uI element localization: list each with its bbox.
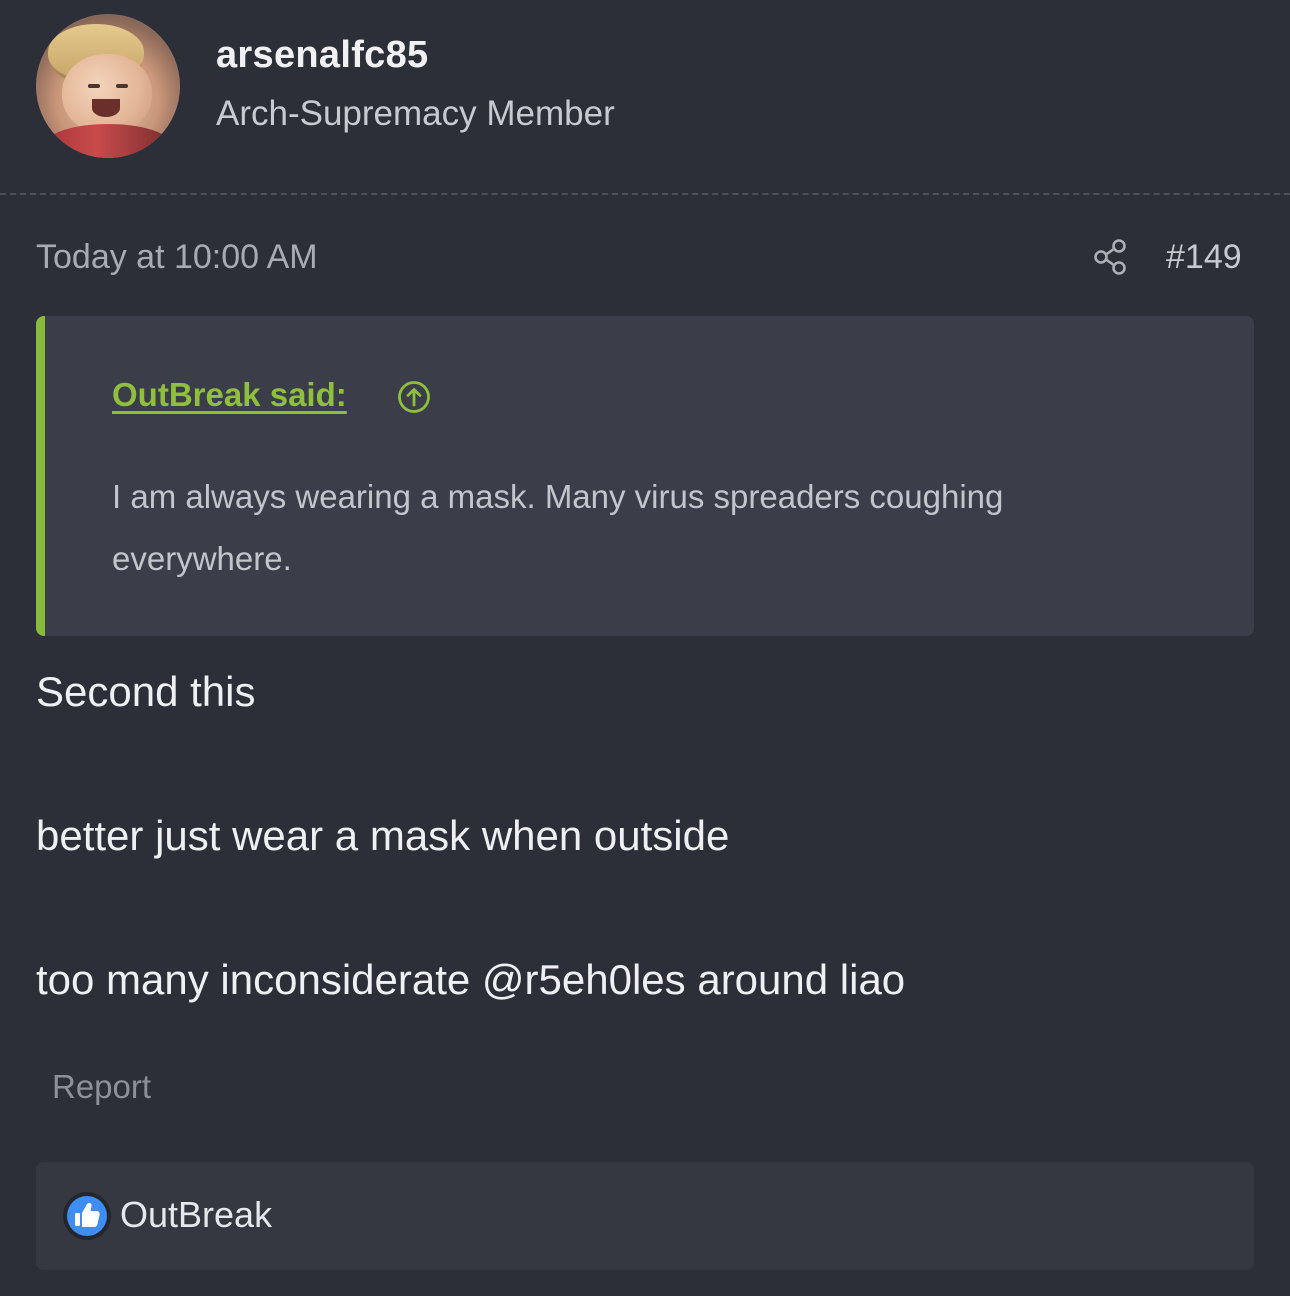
reaction-users-link[interactable]: OutBreak — [120, 1194, 272, 1236]
quote-accent-bar — [36, 316, 45, 636]
header-divider — [0, 193, 1290, 195]
avatar-mouth — [92, 99, 120, 117]
post-body-line: too many inconsiderate @r5eh0les around … — [36, 956, 906, 1003]
share-icon[interactable] — [1092, 238, 1128, 276]
username-link[interactable]: arsenalfc85 — [216, 34, 428, 77]
quote-block: OutBreak said: I am always wearing a mas… — [36, 316, 1254, 636]
reactions-bar[interactable]: OutBreak — [36, 1162, 1254, 1270]
quote-text: I am always wearing a mask. Many virus s… — [112, 478, 1004, 577]
user-avatar[interactable] — [36, 14, 180, 158]
user-title: Arch-Supremacy Member — [216, 94, 615, 133]
avatar-shirt — [46, 124, 170, 158]
arrow-up-circle-icon[interactable] — [397, 380, 431, 414]
avatar-face — [62, 54, 152, 134]
thumbs-up-icon — [63, 1192, 111, 1240]
avatar-eye-right — [116, 84, 128, 88]
avatar-eye-left — [88, 84, 100, 88]
post-body-line: Second this — [36, 668, 256, 715]
quote-author-link[interactable]: OutBreak said: — [112, 376, 347, 414]
post-timestamp[interactable]: Today at 10:00 AM — [36, 238, 318, 277]
post-body-line: better just wear a mask when outside — [36, 812, 730, 859]
report-link[interactable]: Report — [52, 1068, 151, 1106]
post-header: arsenalfc85 Arch-Supremacy Member — [0, 0, 1290, 195]
post-number-link[interactable]: #149 — [1166, 238, 1242, 277]
